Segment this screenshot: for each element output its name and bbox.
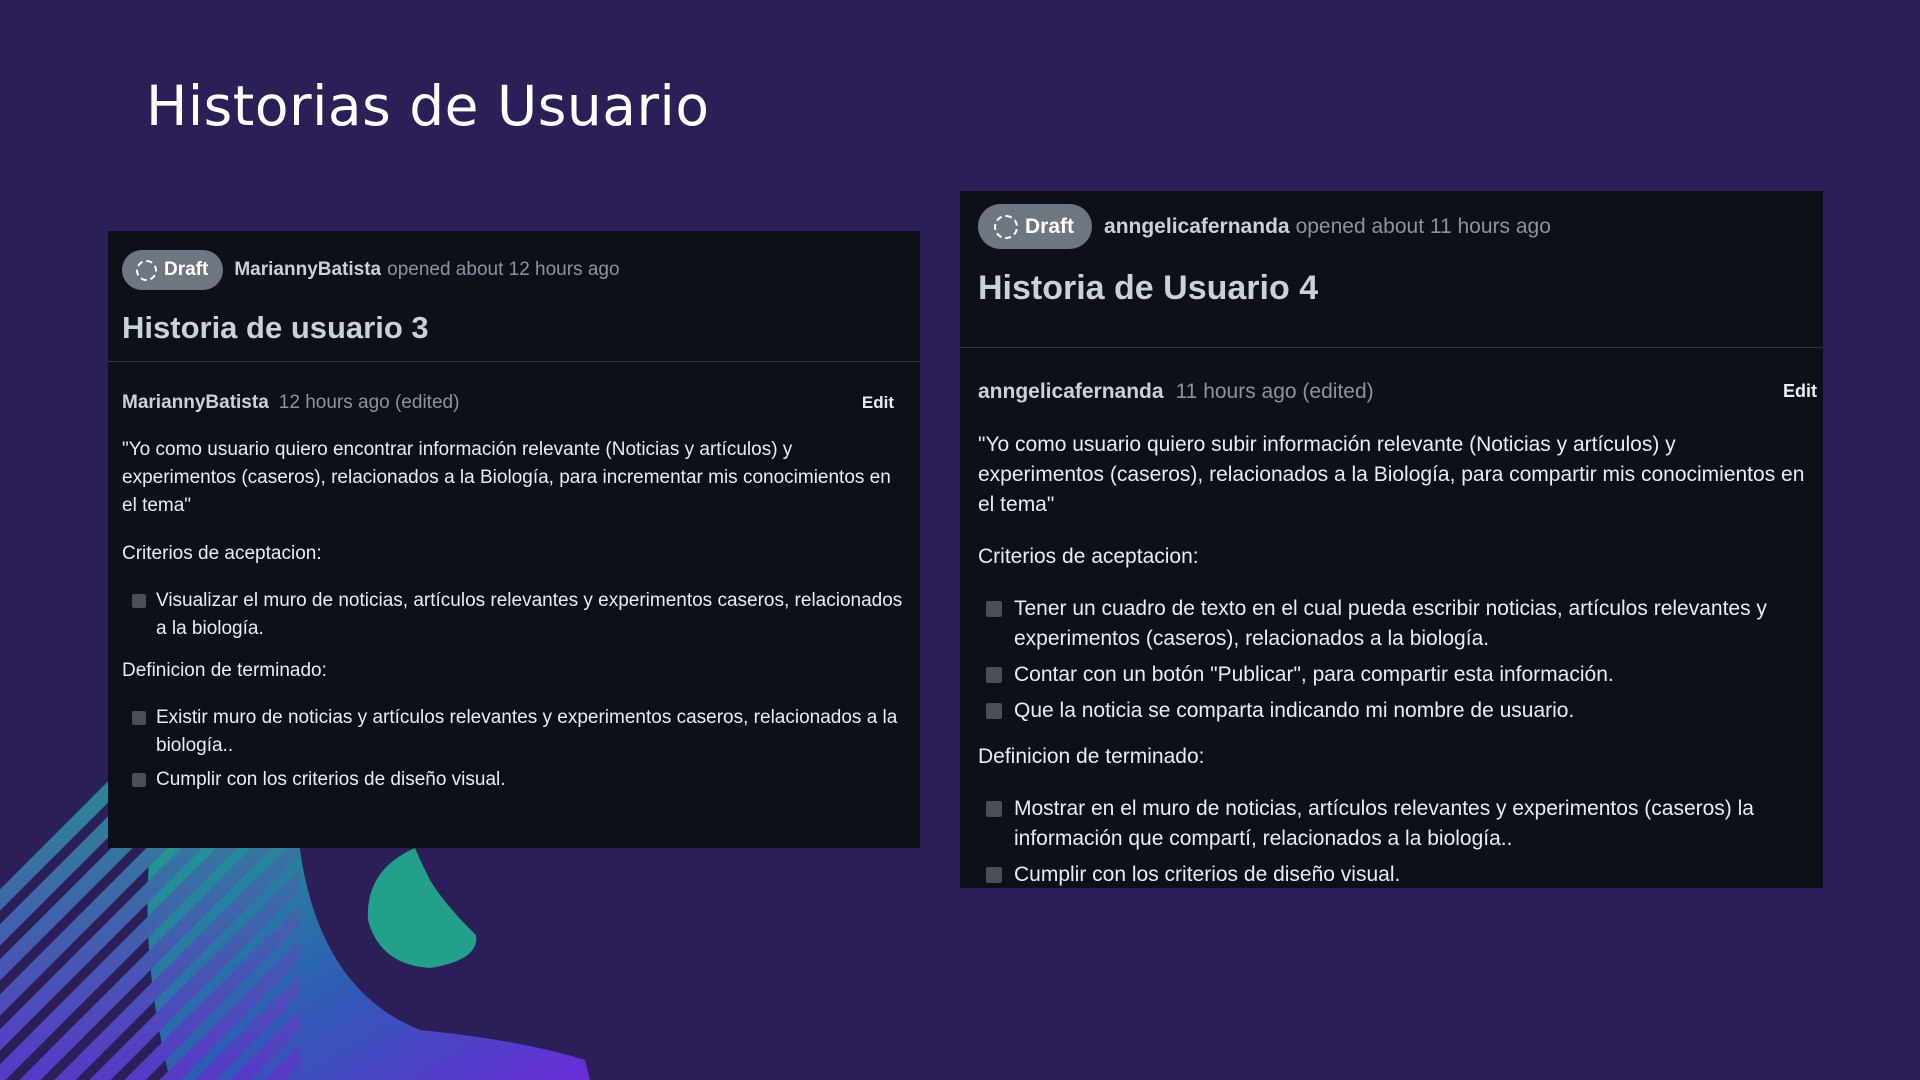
done-task-list: Existir muro de noticias y artículos rel… bbox=[122, 704, 906, 794]
issue-meta: Draft MariannyBatista opened about 12 ho… bbox=[122, 250, 906, 290]
draft-label: Draft bbox=[1025, 214, 1075, 238]
task-checkbox[interactable] bbox=[132, 773, 146, 787]
task-checkbox[interactable] bbox=[986, 801, 1002, 817]
task-item: Cumplir con los criterios de diseño visu… bbox=[978, 860, 1805, 890]
draft-badge: Draft bbox=[122, 250, 224, 290]
comment-header: anngelicafernanda 11 hours ago (edited) bbox=[978, 380, 1805, 404]
task-text: Cumplir con los criterios de diseño visu… bbox=[1014, 863, 1401, 886]
task-checkbox[interactable] bbox=[986, 601, 1002, 617]
comment-timestamp[interactable]: 12 hours ago (edited) bbox=[279, 392, 460, 414]
comment-header: MariannyBatista 12 hours ago (edited) bbox=[122, 392, 906, 414]
task-item: Cumplir con los criterios de diseño visu… bbox=[122, 766, 906, 794]
issue-title: Historia de Usuario 4 bbox=[978, 269, 1319, 307]
draft-icon bbox=[994, 214, 1018, 239]
criteria-heading: Criterios de aceptacion: bbox=[978, 545, 1199, 568]
task-text: Que la noticia se comparta indicando mi … bbox=[1014, 699, 1575, 722]
criteria-task-list: Tener un cuadro de texto en el cual pued… bbox=[978, 594, 1805, 726]
issue-author[interactable]: anngelicafernanda bbox=[1104, 215, 1290, 239]
task-text: Tener un cuadro de texto en el cual pued… bbox=[1014, 597, 1767, 650]
draft-badge: Draft bbox=[978, 204, 1093, 249]
draft-label: Draft bbox=[164, 259, 209, 280]
task-text: Existir muro de noticias y artículos rel… bbox=[156, 707, 898, 756]
issue-header: Draft anngelicafernanda opened about 11 … bbox=[960, 191, 1823, 348]
criteria-task-list: Visualizar el muro de noticias, artículo… bbox=[122, 587, 906, 643]
task-text: Cumplir con los criterios de diseño visu… bbox=[156, 769, 506, 790]
task-item: Mostrar en el muro de noticias, artículo… bbox=[978, 794, 1805, 854]
issue-header: Draft MariannyBatista opened about 12 ho… bbox=[108, 231, 920, 362]
user-story-quote: "Yo como usuario quiero subir informació… bbox=[978, 433, 1805, 516]
issue-opened-text: opened about 12 hours ago bbox=[387, 259, 620, 280]
comment-author[interactable]: MariannyBatista bbox=[122, 392, 269, 414]
task-checkbox[interactable] bbox=[986, 703, 1002, 719]
done-heading: Definicion de terminado: bbox=[978, 745, 1205, 768]
task-text: Visualizar el muro de noticias, artículo… bbox=[156, 590, 903, 639]
criteria-heading: Criterios de aceptacion: bbox=[122, 543, 322, 564]
comment-author[interactable]: anngelicafernanda bbox=[978, 380, 1164, 404]
task-item: Contar con un botón "Publicar", para com… bbox=[978, 660, 1805, 690]
issue-meta: Draft anngelicafernanda opened about 11 … bbox=[978, 204, 1805, 249]
task-item: Existir muro de noticias y artículos rel… bbox=[122, 704, 906, 760]
teal-drop-shape bbox=[367, 848, 477, 968]
task-item: Visualizar el muro de noticias, artículo… bbox=[122, 587, 906, 643]
task-text: Mostrar en el muro de noticias, artículo… bbox=[1014, 797, 1754, 850]
task-text: Contar con un botón "Publicar", para com… bbox=[1014, 663, 1614, 686]
done-heading: Definicion de terminado: bbox=[122, 660, 327, 681]
issue-author[interactable]: MariannyBatista bbox=[234, 259, 381, 281]
issue-opened-text: opened about 11 hours ago bbox=[1295, 214, 1551, 238]
issue-title: Historia de usuario 3 bbox=[122, 310, 429, 345]
task-checkbox[interactable] bbox=[132, 594, 146, 608]
issue-card-historia-3: Draft MariannyBatista opened about 12 ho… bbox=[108, 231, 920, 848]
task-checkbox[interactable] bbox=[986, 667, 1002, 683]
task-item: Tener un cuadro de texto en el cual pued… bbox=[978, 594, 1805, 654]
issue-comment: MariannyBatista 12 hours ago (edited) Ed… bbox=[108, 362, 920, 794]
user-story-quote: "Yo como usuario quiero encontrar inform… bbox=[122, 439, 891, 516]
issue-card-historia-4: Draft anngelicafernanda opened about 11 … bbox=[960, 191, 1823, 888]
task-item: Que la noticia se comparta indicando mi … bbox=[978, 696, 1805, 726]
draft-icon bbox=[136, 259, 157, 281]
done-task-list: Mostrar en el muro de noticias, artículo… bbox=[978, 794, 1805, 890]
comment-timestamp[interactable]: 11 hours ago (edited) bbox=[1176, 380, 1374, 404]
issue-comment: anngelicafernanda 11 hours ago (edited) … bbox=[960, 348, 1823, 890]
task-checkbox[interactable] bbox=[986, 867, 1002, 883]
edit-button[interactable]: Edit bbox=[1783, 381, 1817, 402]
slide-title: Historias de Usuario bbox=[146, 74, 710, 138]
edit-button[interactable]: Edit bbox=[862, 393, 894, 413]
task-checkbox[interactable] bbox=[132, 711, 146, 725]
